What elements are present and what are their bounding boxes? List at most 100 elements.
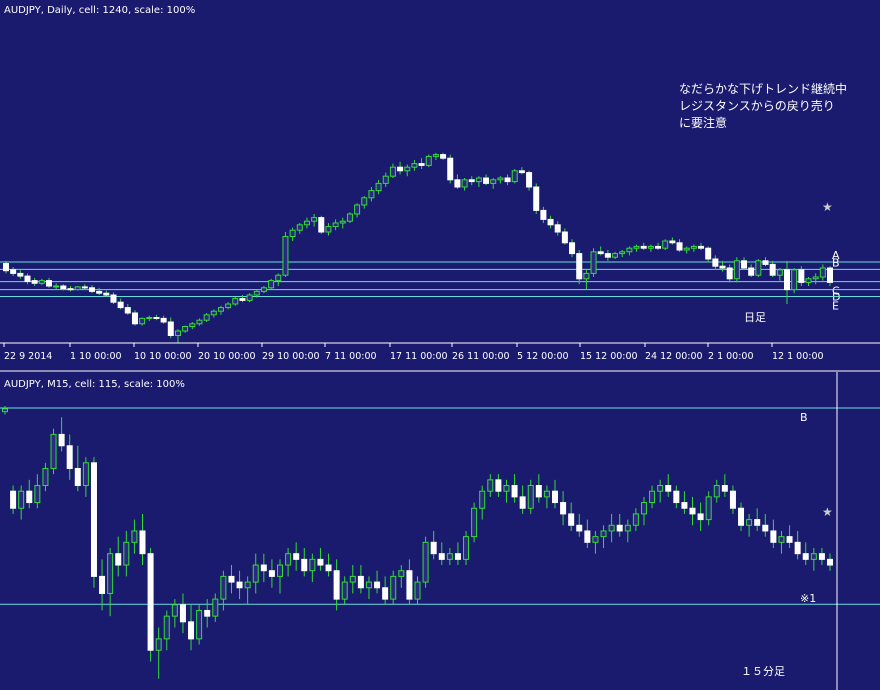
x-tick-label: 22 9 2014 bbox=[4, 351, 52, 362]
candle bbox=[681, 491, 688, 514]
candle bbox=[53, 283, 60, 290]
candle-body bbox=[74, 467, 81, 487]
candle-body bbox=[103, 292, 110, 296]
candle-body bbox=[647, 245, 654, 249]
candle bbox=[479, 485, 486, 520]
candle-body bbox=[786, 536, 793, 543]
candle-body bbox=[341, 581, 348, 600]
candle bbox=[196, 318, 203, 326]
candle-body bbox=[762, 524, 769, 532]
candle bbox=[17, 269, 24, 279]
candle bbox=[349, 565, 356, 594]
candle bbox=[196, 604, 203, 645]
candle-body bbox=[608, 524, 615, 532]
candle bbox=[171, 599, 178, 628]
candle bbox=[275, 273, 282, 286]
candle-body bbox=[155, 638, 162, 651]
candle-body bbox=[584, 530, 591, 543]
candle-body bbox=[560, 502, 567, 515]
candle-body bbox=[698, 245, 705, 249]
candle bbox=[608, 513, 615, 543]
candle-body bbox=[189, 323, 196, 327]
candle-body bbox=[633, 245, 640, 249]
candle bbox=[217, 305, 224, 315]
candle bbox=[518, 167, 525, 175]
candle-body bbox=[798, 269, 805, 283]
candle bbox=[74, 445, 81, 492]
daily-timeframe-label: 日足 bbox=[744, 311, 766, 324]
candle-body bbox=[778, 536, 785, 543]
candle-body bbox=[332, 222, 339, 228]
candle-body bbox=[447, 157, 454, 181]
candle bbox=[163, 610, 170, 651]
candle-body bbox=[179, 604, 186, 623]
candle-body bbox=[738, 507, 745, 526]
candle bbox=[339, 217, 346, 229]
candle bbox=[147, 548, 154, 662]
candle bbox=[741, 257, 748, 270]
candle bbox=[568, 502, 575, 531]
candle bbox=[285, 548, 292, 577]
candle bbox=[357, 565, 364, 594]
candle bbox=[438, 542, 445, 566]
candle-body bbox=[432, 154, 439, 157]
candle bbox=[397, 161, 404, 175]
candle bbox=[361, 196, 368, 209]
candle-body bbox=[665, 485, 672, 492]
candle bbox=[103, 290, 110, 297]
candle bbox=[382, 576, 389, 605]
annotation-line: に要注意 bbox=[679, 115, 727, 130]
candle bbox=[511, 169, 518, 184]
candle bbox=[155, 627, 162, 679]
candle-body bbox=[616, 524, 623, 532]
level-label: B bbox=[832, 256, 840, 269]
candle bbox=[204, 599, 211, 628]
candle-body bbox=[167, 321, 174, 336]
candle bbox=[461, 178, 468, 191]
candle-body bbox=[475, 177, 482, 183]
candle bbox=[784, 260, 791, 304]
candle bbox=[124, 304, 131, 315]
candle bbox=[794, 530, 801, 560]
candle bbox=[633, 244, 640, 252]
candle bbox=[268, 559, 275, 588]
x-tick-label: 1 10 00:00 bbox=[70, 351, 122, 362]
candle-body bbox=[649, 490, 656, 504]
x-tick-label: 10 10 00:00 bbox=[134, 351, 192, 362]
candle bbox=[189, 322, 196, 330]
candle bbox=[487, 474, 494, 497]
candle bbox=[296, 223, 303, 234]
candle-body bbox=[497, 177, 504, 181]
daily-x-ticks: 22 9 2014 1 10 00:00 10 10 00:00 20 10 00:0… bbox=[3, 343, 824, 362]
candle bbox=[174, 329, 181, 344]
candle-body bbox=[289, 229, 296, 237]
candle-body bbox=[827, 558, 833, 566]
candle-body bbox=[268, 280, 275, 289]
candle-body bbox=[697, 513, 704, 521]
candle bbox=[293, 542, 300, 571]
candle bbox=[246, 293, 253, 303]
candle bbox=[406, 559, 413, 605]
candle-body bbox=[268, 570, 275, 577]
candle-body bbox=[561, 231, 568, 244]
candle-body bbox=[349, 575, 356, 583]
candle-body bbox=[583, 272, 590, 280]
annotation-line: レジスタンスからの戻り売り bbox=[679, 98, 835, 113]
candle bbox=[260, 286, 267, 294]
candle-body bbox=[311, 217, 318, 222]
candle-body bbox=[26, 490, 33, 504]
candle bbox=[576, 250, 583, 285]
candle-body bbox=[802, 553, 809, 560]
candle bbox=[398, 565, 405, 588]
candle-body bbox=[769, 263, 776, 276]
candle bbox=[66, 434, 73, 480]
candle-body bbox=[10, 490, 17, 509]
candle-body bbox=[325, 564, 332, 572]
candle bbox=[540, 206, 547, 223]
candle-body bbox=[762, 260, 769, 265]
candle bbox=[746, 513, 753, 537]
candle bbox=[309, 553, 316, 583]
candle-body bbox=[354, 204, 361, 215]
candle bbox=[463, 530, 470, 566]
candle-body bbox=[236, 581, 243, 589]
